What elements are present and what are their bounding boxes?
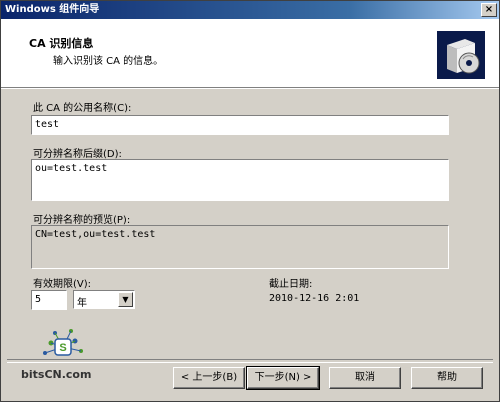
chevron-down-icon[interactable]: ▼ [118,292,133,307]
dn-preview-box: CN=test,ou=test.test [31,225,449,269]
expiry-value: 2010-12-16 2:01 [269,293,360,304]
footer-divider [7,359,493,363]
page-subtitle: 输入识别该 CA 的信息。 [53,56,164,67]
expiry-label: 截止日期: [269,279,313,290]
wizard-header: CA 识别信息 输入识别该 CA 的信息。 [1,19,499,88]
page-title: CA 识别信息 [29,37,94,50]
title-bar[interactable]: Windows 组件向导 × [1,1,499,19]
validity-label: 有效期限(V): [33,279,92,290]
software-box-icon [437,31,485,79]
dn-suffix-label: 可分辨名称后缀(D): [33,149,122,160]
common-name-input[interactable]: test [31,115,449,135]
validity-input[interactable]: 5 [31,290,67,310]
watermark-text: bitsCN.com [21,368,92,381]
window-title: Windows 组件向导 [5,4,100,15]
close-button[interactable]: × [481,3,497,17]
wizard-window: Windows 组件向导 × CA 识别信息 输入识别该 CA 的信息。 此 C… [0,0,500,402]
back-button[interactable]: < 上一步(B) [173,367,245,389]
dn-suffix-input[interactable]: ou=test.test [31,159,449,201]
help-button[interactable]: 帮助 [411,367,483,389]
svg-text:S: S [59,342,66,354]
validity-unit-select[interactable]: 年 ▼ [73,290,135,309]
header-divider [1,88,499,89]
validity-unit-value: 年 [77,298,87,309]
next-button[interactable]: 下一步(N) > [246,366,320,390]
common-name-label: 此 CA 的公用名称(C): [33,103,132,114]
cancel-button[interactable]: 取消 [329,367,401,389]
dn-preview-label: 可分辨名称的预览(P): [33,215,131,226]
